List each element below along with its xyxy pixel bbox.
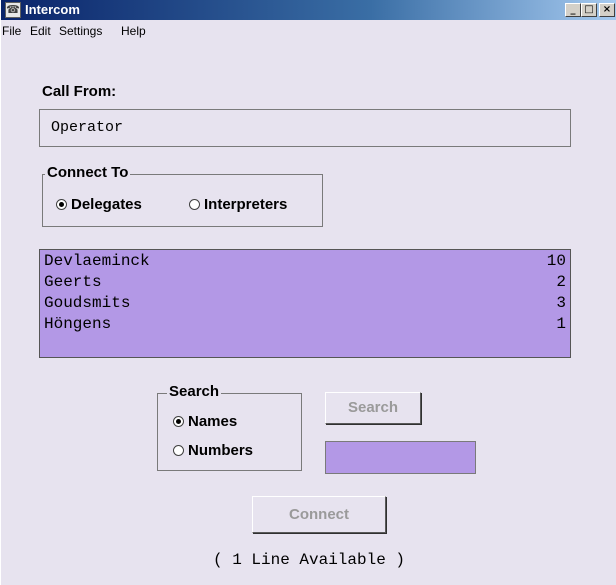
- radio-delegates[interactable]: Delegates: [56, 196, 142, 213]
- list-item[interactable]: Höngens 1: [44, 315, 566, 336]
- call-from-value: Operator: [51, 119, 124, 136]
- delegate-list[interactable]: Devlaeminck 10 Geerts 2 Goudsmits 3 Höng…: [39, 249, 571, 358]
- maximize-button[interactable]: □: [581, 3, 597, 17]
- radio-interpreters-label: Interpreters: [204, 196, 288, 213]
- menu-file[interactable]: File: [2, 24, 21, 38]
- app-icon[interactable]: ☎: [5, 2, 21, 18]
- radio-numbers-label: Numbers: [188, 442, 254, 459]
- close-button[interactable]: ×: [599, 3, 615, 17]
- status-text: ( 1 Line Available ): [212, 551, 406, 569]
- list-item-name: Höngens: [44, 315, 112, 333]
- list-item-name: Geerts: [44, 273, 102, 291]
- radio-interpreters[interactable]: Interpreters: [189, 196, 287, 213]
- menu-help[interactable]: Help: [121, 24, 146, 38]
- radio-names-label: Names: [188, 413, 238, 430]
- list-item[interactable]: Devlaeminck 10: [44, 252, 566, 273]
- list-item[interactable]: Geerts 2: [44, 273, 566, 294]
- search-title: Search: [167, 383, 222, 400]
- menu-edit[interactable]: Edit: [30, 24, 51, 38]
- radio-delegates-label: Delegates: [71, 196, 142, 213]
- intercom-window: ☎ Intercom _ □ × File Edit Settings Help…: [0, 0, 616, 585]
- radio-unselected-icon: [189, 199, 200, 210]
- list-item[interactable]: Goudsmits 3: [44, 294, 566, 315]
- search-group: [157, 393, 302, 471]
- radio-selected-icon: [173, 416, 184, 427]
- list-item-name: Goudsmits: [44, 294, 131, 312]
- list-item-count: 2: [556, 273, 566, 291]
- list-item-count: 10: [546, 252, 566, 270]
- connect-to-title: Connect To: [45, 164, 131, 181]
- window-title: Intercom: [25, 2, 80, 17]
- radio-unselected-icon: [173, 445, 184, 456]
- list-item-name: Devlaeminck: [44, 252, 150, 270]
- radio-selected-icon: [56, 199, 67, 210]
- title-bar[interactable]: ☎ Intercom _ □ ×: [1, 0, 616, 20]
- connect-button[interactable]: Connect: [252, 496, 386, 533]
- menu-bar: File Edit Settings Help: [1, 20, 616, 41]
- call-from-field[interactable]: Operator: [39, 109, 571, 147]
- search-input[interactable]: [325, 441, 476, 474]
- radio-numbers[interactable]: Numbers: [173, 442, 253, 459]
- call-from-label: Call From:: [42, 83, 117, 100]
- radio-names[interactable]: Names: [173, 413, 237, 430]
- menu-settings[interactable]: Settings: [59, 24, 102, 38]
- search-button[interactable]: Search: [325, 392, 421, 424]
- list-item-count: 3: [556, 294, 566, 312]
- list-item-count: 1: [556, 315, 566, 333]
- minimize-button[interactable]: _: [565, 3, 581, 17]
